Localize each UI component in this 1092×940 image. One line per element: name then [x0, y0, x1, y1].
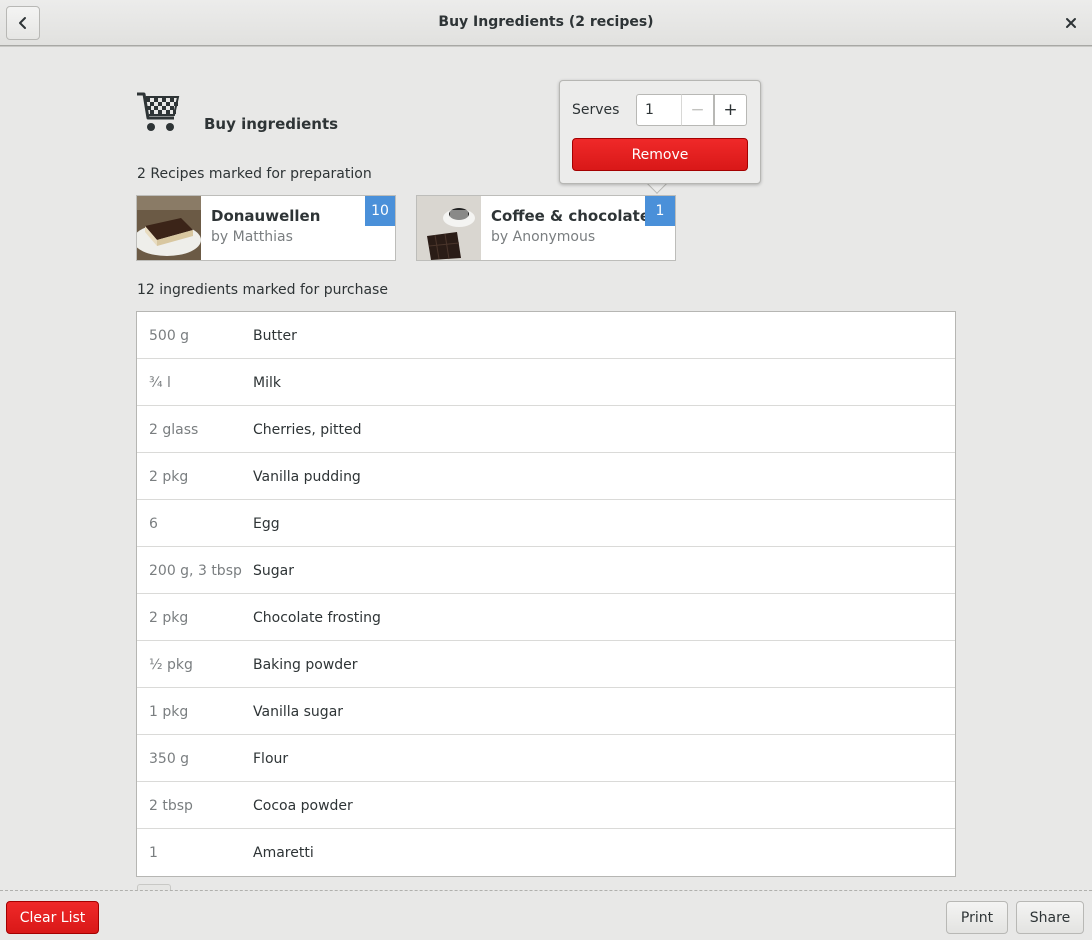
window-title: Buy Ingredients (2 recipes)	[438, 14, 654, 30]
ingredient-name: Chocolate frosting	[253, 610, 381, 626]
ingredient-amount: 6	[149, 516, 158, 532]
decrement-button[interactable]: −	[681, 94, 714, 126]
ingredient-row[interactable]: 2 glass Cherries, pitted	[137, 406, 955, 453]
share-button[interactable]: Share	[1016, 901, 1084, 934]
ingredient-amount: 2 tbsp	[149, 798, 193, 814]
serves-spin-input[interactable]: 1	[636, 94, 682, 126]
ingredient-row[interactable]: 2 pkg Chocolate frosting	[137, 594, 955, 641]
ingredient-amount: 1 pkg	[149, 704, 189, 720]
shopping-cart-icon	[137, 92, 180, 131]
ingredient-row[interactable]: 1 Amaretti	[137, 829, 955, 876]
recipe-card-coffee-chocolate[interactable]: Coffee & chocolate by Anonymous 1	[416, 195, 676, 261]
ingredient-name: Vanilla pudding	[253, 469, 361, 485]
header-bar: Buy Ingredients (2 recipes)	[0, 0, 1092, 46]
ingredient-name: Baking powder	[253, 657, 358, 673]
recipe-thumbnail-image	[417, 196, 481, 260]
ingredient-amount: 350 g	[149, 751, 190, 767]
ingredient-amount: 2 pkg	[149, 610, 189, 626]
recipe-name: Donauwellen	[211, 207, 321, 225]
ingredient-amount: 2 pkg	[149, 469, 189, 485]
ingredients-section-label: 12 ingredients marked for purchase	[137, 282, 388, 298]
ingredient-name: Milk	[253, 375, 281, 391]
ingredient-name: Sugar	[253, 563, 294, 579]
print-button[interactable]: Print	[946, 901, 1008, 934]
ingredient-amount: 200 g, 3 tbsp	[149, 563, 242, 579]
ingredient-amount: 1	[149, 845, 158, 861]
ingredient-row[interactable]: 350 g Flour	[137, 735, 955, 782]
recipe-card-donauwellen[interactable]: Donauwellen by Matthias 10	[136, 195, 396, 261]
ingredient-name: Butter	[253, 328, 297, 344]
ingredient-amount: ½ pkg	[149, 657, 193, 673]
serves-label: Serves	[572, 102, 620, 118]
increment-button[interactable]: +	[714, 94, 747, 126]
page-heading: Buy ingredients	[204, 115, 339, 133]
ingredient-row[interactable]: ¾ l Milk	[137, 359, 955, 406]
ingredient-row[interactable]: 500 g Butter	[137, 312, 955, 359]
ingredient-row[interactable]: ½ pkg Baking powder	[137, 641, 955, 688]
serves-popover: Serves 1 − + Remove	[559, 80, 761, 184]
clear-list-button[interactable]: Clear List	[6, 901, 99, 934]
ingredient-name: Flour	[253, 751, 289, 767]
ingredient-amount: 2 glass	[149, 422, 199, 438]
recipe-name: Coffee & chocolate	[491, 207, 651, 225]
recipe-author: by Anonymous	[491, 229, 596, 245]
ingredient-amount: ¾ l	[149, 375, 171, 391]
ingredient-name: Cocoa powder	[253, 798, 353, 814]
recipes-section-label: 2 Recipes marked for preparation	[137, 166, 372, 182]
ingredient-name: Vanilla sugar	[253, 704, 344, 720]
ingredient-row[interactable]: 6 Egg	[137, 500, 955, 547]
action-bar: Clear List Print Share	[0, 890, 1092, 940]
recipe-thumbnail-image	[137, 196, 201, 260]
ingredients-list: 500 g Butter ¾ l Milk 2 glass Cherries, pit…	[136, 311, 956, 877]
ingredient-row[interactable]: 200 g, 3 tbsp Sugar	[137, 547, 955, 594]
remove-button[interactable]: Remove	[572, 138, 748, 171]
ingredient-amount: 500 g	[149, 328, 190, 344]
recipe-author: by Matthias	[211, 229, 293, 245]
ingredient-name: Cherries, pitted	[253, 422, 362, 438]
ingredient-row[interactable]: 2 tbsp Cocoa powder	[137, 782, 955, 829]
serves-badge[interactable]: 1	[645, 196, 675, 226]
ingredient-name: Amaretti	[253, 845, 314, 861]
close-button[interactable]	[1060, 12, 1082, 34]
serves-badge: 10	[365, 196, 395, 226]
ingredient-row[interactable]: 1 pkg Vanilla sugar	[137, 688, 955, 735]
ingredient-name: Egg	[253, 516, 280, 532]
close-icon	[1066, 18, 1076, 28]
ingredient-row[interactable]: 2 pkg Vanilla pudding	[137, 453, 955, 500]
